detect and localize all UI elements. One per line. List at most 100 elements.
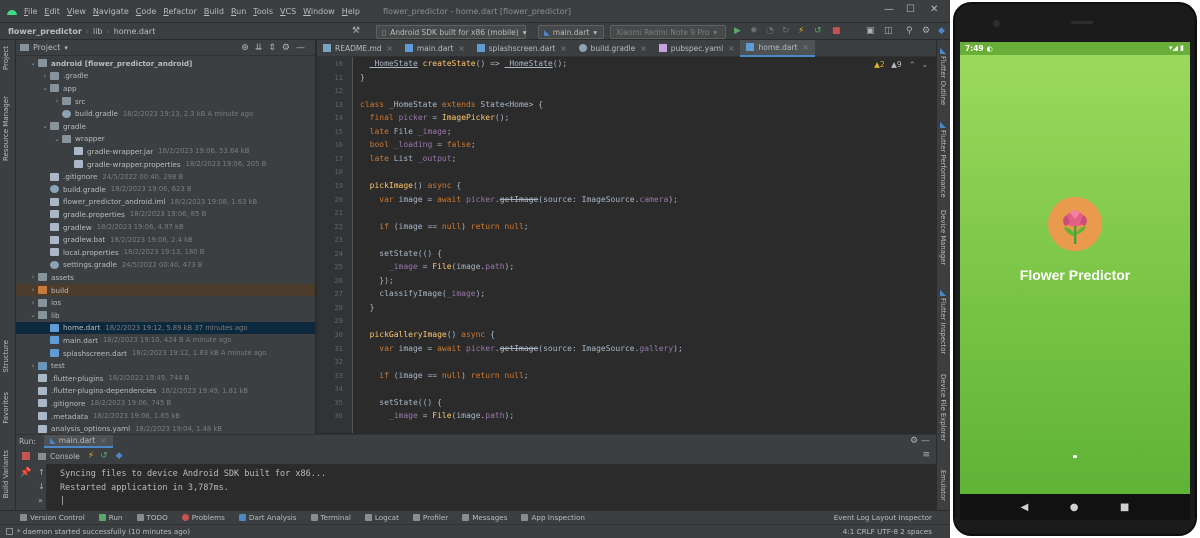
menu-code[interactable]: Code: [136, 7, 157, 16]
tree-item[interactable]: › src: [16, 95, 315, 108]
close-icon[interactable]: ×: [728, 44, 734, 53]
status-right-info[interactable]: 4:1 CRLF UTF-8 2 spaces: [843, 527, 932, 536]
tool-tab-flutter-performance[interactable]: Flutter Performance: [939, 130, 947, 198]
breadcrumb-lib[interactable]: lib: [93, 27, 103, 36]
menu-refactor[interactable]: Refactor: [163, 7, 197, 16]
tool-window-dart-analysis[interactable]: Dart Analysis: [238, 513, 297, 522]
chevron-right-icon[interactable]: ›: [28, 362, 38, 370]
arrow-down-icon[interactable]: ↓: [38, 482, 45, 491]
tree-item[interactable]: .gitignore 24/5/2022 00:40, 298 B: [16, 170, 315, 183]
stop-icon[interactable]: ■: [832, 26, 841, 36]
tree-item[interactable]: › ios: [16, 296, 315, 309]
minimize-button[interactable]: —: [884, 4, 894, 15]
gear-icon[interactable]: ⚙: [282, 43, 296, 53]
physical-device-selector[interactable]: Xiaomi Redmi Note 9 Pro ▾: [610, 25, 726, 39]
editor-tab[interactable]: main.dart ×: [399, 40, 471, 57]
chevron-down-icon[interactable]: ⌄: [52, 135, 62, 143]
run-icon[interactable]: ▶: [734, 26, 741, 36]
close-icon[interactable]: ×: [458, 44, 464, 53]
devtools-icon[interactable]: ◆: [116, 451, 123, 461]
device-manager-icon[interactable]: ▣: [866, 26, 875, 36]
tool-tab-device-file-explorer[interactable]: Device File Explorer: [939, 374, 947, 441]
gear-icon[interactable]: ⚙: [922, 26, 930, 36]
tree-item[interactable]: flower_predictor_android.iml 18/2/2023 19…: [16, 196, 315, 209]
menu-tools[interactable]: Tools: [253, 7, 273, 16]
tree-item[interactable]: build.gradle 18/2/2023 19:06, 623 B: [16, 183, 315, 196]
tool-tab-flutter-outline[interactable]: Flutter Outline: [939, 56, 947, 105]
tool-tab-device-manager[interactable]: Device Manager: [939, 210, 947, 265]
tree-item[interactable]: ⌄ gradle: [16, 120, 315, 133]
tree-item[interactable]: gradle-wrapper.properties 18/2/2023 19:06…: [16, 158, 315, 171]
hide-icon[interactable]: —: [921, 436, 930, 446]
phone-screen[interactable]: 7:49 ◐ ▾◢ ▮ Flower Predictor: [960, 42, 1190, 494]
chevron-down-icon[interactable]: ⌄: [28, 59, 38, 67]
close-icon[interactable]: ×: [803, 43, 809, 52]
tool-tab-flutter-inspector[interactable]: Flutter Inspector: [939, 298, 947, 354]
chevron-right-icon[interactable]: ›: [28, 286, 38, 294]
tool-window-messages[interactable]: Messages: [462, 513, 507, 522]
menu-navigate[interactable]: Navigate: [93, 7, 129, 16]
tree-item[interactable]: settings.gradle 24/5/2022 00:40, 473 B: [16, 259, 315, 272]
stop-icon[interactable]: [22, 452, 30, 460]
menu-run[interactable]: Run: [231, 7, 246, 16]
chevron-right-icon[interactable]: ›: [28, 299, 38, 307]
menu-file[interactable]: File: [24, 7, 37, 16]
close-icon[interactable]: ×: [387, 44, 393, 53]
arrow-up-icon[interactable]: ↑: [38, 468, 45, 477]
project-panel-title[interactable]: Project: [33, 43, 60, 52]
tool-tab-build-variants[interactable]: Build Variants: [2, 450, 10, 498]
tree-item[interactable]: ⌄ app: [16, 82, 315, 95]
breadcrumb-file[interactable]: home.dart: [114, 27, 156, 36]
chevron-up-icon[interactable]: ⌃: [909, 60, 915, 69]
chevron-down-icon[interactable]: ⌄: [28, 311, 38, 319]
hot-reload-icon[interactable]: ⚡: [88, 451, 94, 461]
tree-item[interactable]: .gitignore 18/2/2023 19:06, 745 B: [16, 397, 315, 410]
collapse-all-icon[interactable]: ⇊: [255, 43, 269, 53]
pin-icon[interactable]: 📌: [20, 468, 31, 478]
console-output[interactable]: Syncing files to device Android SDK buil…: [46, 464, 936, 510]
chevron-right-icon[interactable]: ›: [28, 273, 38, 281]
run-config-selector[interactable]: ◣ main.dart ▾: [538, 25, 604, 39]
run-tab-main-dart[interactable]: ◣ main.dart ×: [43, 435, 113, 448]
editor-tab[interactable]: home.dart ×: [740, 39, 815, 57]
tool-window-version-control[interactable]: Version Control: [20, 513, 85, 522]
tree-item[interactable]: gradle.properties 18/2/2023 19:06, 85 B: [16, 208, 315, 221]
chevron-right-icon[interactable]: ›: [40, 72, 50, 80]
menu-build[interactable]: Build: [204, 7, 224, 16]
locate-icon[interactable]: ⊕: [241, 43, 255, 53]
menu-help[interactable]: Help: [342, 7, 360, 16]
chevron-down-icon[interactable]: ⌄: [922, 60, 928, 69]
tree-item[interactable]: .flutter-plugins-dependencies 18/2/2023 1…: [16, 385, 315, 398]
recents-icon[interactable]: ■: [1120, 502, 1129, 513]
gear-icon[interactable]: ⚙: [910, 436, 918, 446]
bottom-right-tools[interactable]: Event Log Layout Inspector: [834, 513, 932, 522]
tool-tab-project[interactable]: Project: [2, 46, 10, 70]
expand-icon[interactable]: »: [38, 496, 43, 505]
tree-item[interactable]: home.dart 18/2/2023 19:12, 5.89 kB 37 min…: [16, 321, 315, 335]
tree-item[interactable]: ⌄ lib: [16, 309, 315, 322]
editor-tab[interactable]: pubspec.yaml ×: [653, 40, 741, 57]
tool-window-app-inspection[interactable]: App Inspection: [521, 513, 585, 522]
close-button[interactable]: ✕: [930, 4, 938, 15]
tree-item[interactable]: local.properties 18/2/2023 19:13, 180 B: [16, 246, 315, 259]
tree-item[interactable]: splashscreen.dart 18/2/2023 19:12, 1.83 k…: [16, 347, 315, 360]
chevron-down-icon[interactable]: ▾: [64, 44, 68, 52]
tool-window-todo[interactable]: TODO: [136, 513, 168, 522]
tool-window-problems[interactable]: Problems: [181, 513, 225, 522]
breadcrumb-project[interactable]: flower_predictor: [8, 27, 82, 36]
chevron-right-icon[interactable]: ›: [52, 97, 62, 105]
console-tab[interactable]: Console: [50, 452, 80, 461]
search-icon[interactable]: ⚲: [906, 26, 913, 36]
update-icon[interactable]: ◆: [938, 26, 945, 36]
device-selector[interactable]: ▯ Android SDK built for x86 (mobile) ▾: [376, 25, 526, 39]
chevron-down-icon[interactable]: ⌄: [40, 122, 50, 130]
hide-icon[interactable]: —: [296, 43, 311, 53]
menu-window[interactable]: Window: [303, 7, 335, 16]
close-icon[interactable]: ×: [560, 44, 566, 53]
status-message[interactable]: * daemon started successfully (10 minute…: [17, 527, 190, 536]
tool-window-logcat[interactable]: Logcat: [364, 513, 399, 522]
tool-window-profiler[interactable]: Profiler: [412, 513, 448, 522]
tree-item[interactable]: gradlew.bat 18/2/2023 19:06, 2.4 kB: [16, 233, 315, 246]
close-icon[interactable]: ×: [640, 44, 646, 53]
tree-item[interactable]: .metadata 18/2/2023 19:06, 1.65 kB: [16, 410, 315, 423]
